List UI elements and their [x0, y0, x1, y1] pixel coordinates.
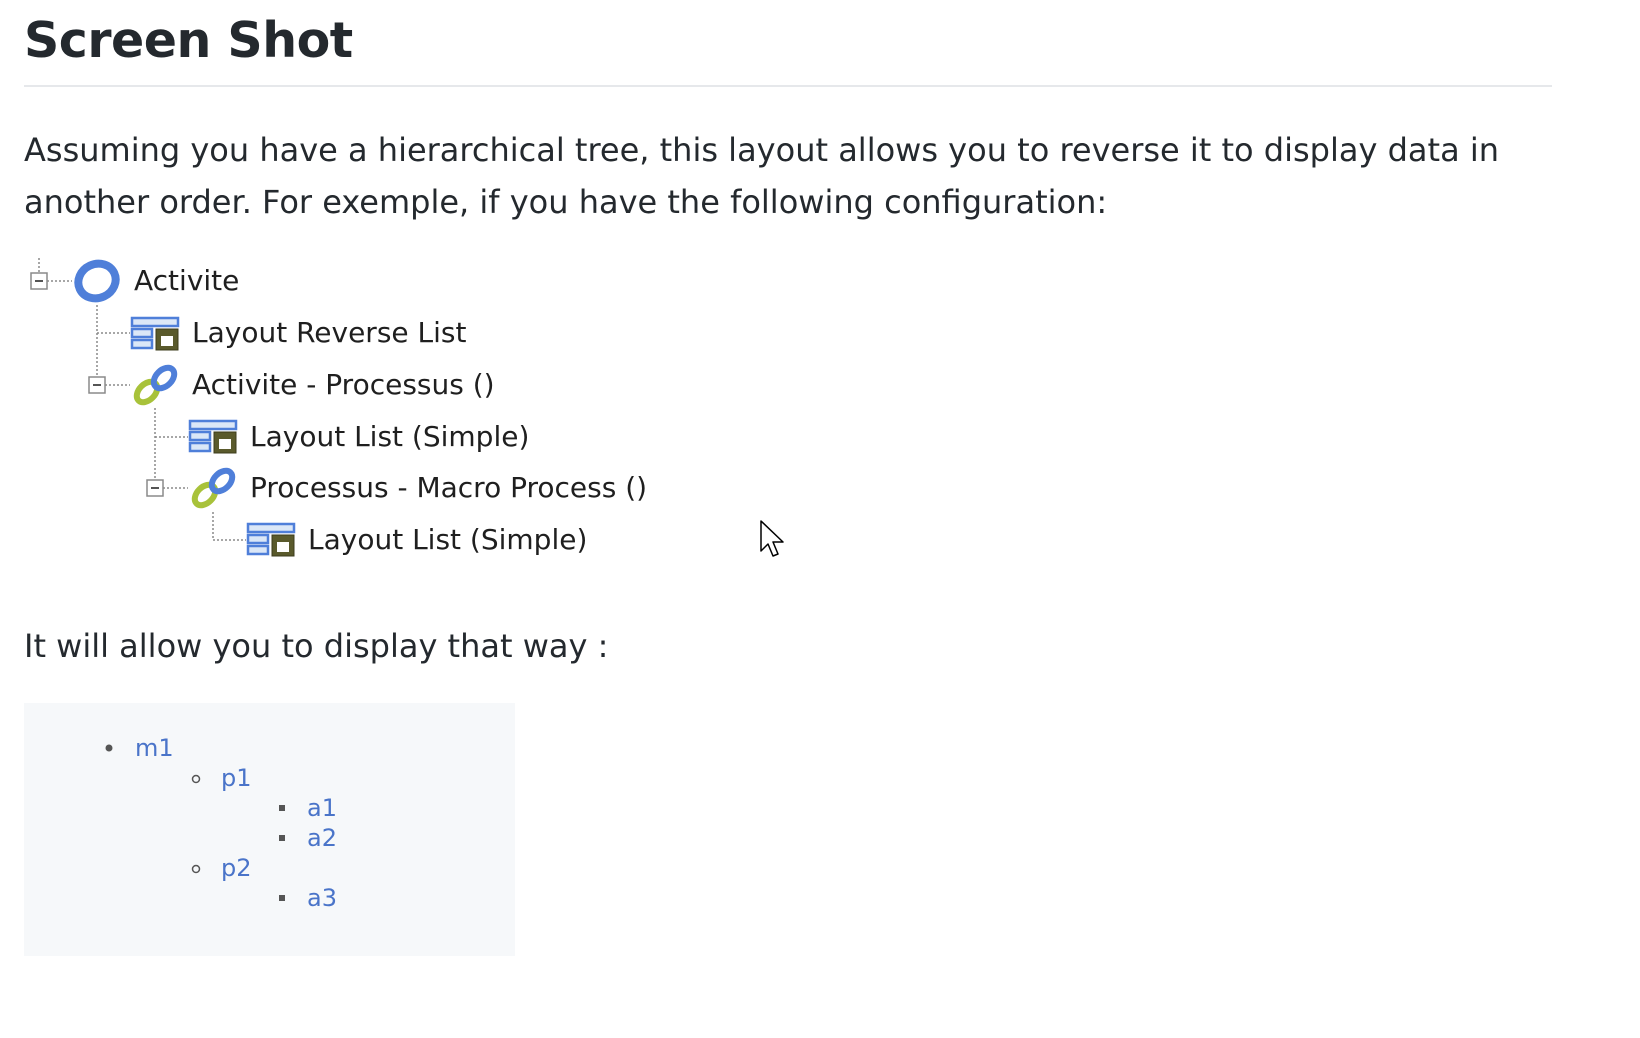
tree-configuration: Activite Layout Reverse List Activite - … — [0, 0, 700, 580]
example-output-box: m1 p1 a1 a2 p2 a3 — [24, 703, 515, 956]
tree-item-activite-processus[interactable]: Activite - Processus () — [192, 367, 495, 403]
disc-bullet-icon — [105, 744, 113, 752]
layout-icon — [188, 419, 238, 454]
square-bullet-icon — [279, 805, 285, 811]
tree-item-layout-list-simple[interactable]: Layout List (Simple) — [250, 419, 529, 455]
example-item-p1[interactable]: p1 — [221, 763, 252, 793]
example-item-p2[interactable]: p2 — [221, 853, 252, 883]
tree-item-layout-reverse-list[interactable]: Layout Reverse List — [192, 315, 466, 351]
outro-paragraph: It will allow you to display that way : — [24, 627, 609, 665]
layout-icon — [246, 522, 296, 557]
circle-bullet-icon — [191, 774, 201, 784]
link-icon — [191, 467, 236, 509]
tree-item-activite[interactable]: Activite — [134, 263, 239, 299]
square-bullet-icon — [279, 895, 285, 901]
example-item-a3[interactable]: a3 — [307, 883, 337, 913]
square-bullet-icon — [279, 835, 285, 841]
circle-bullet-icon — [191, 864, 201, 874]
tree-item-processus-macro[interactable]: Processus - Macro Process () — [250, 470, 647, 506]
example-item-a1[interactable]: a1 — [307, 793, 337, 823]
example-item-a2[interactable]: a2 — [307, 823, 337, 853]
example-item-m1[interactable]: m1 — [135, 733, 174, 763]
ring-icon — [74, 259, 120, 303]
tree-item-layout-list-simple-2[interactable]: Layout List (Simple) — [308, 522, 587, 558]
mouse-cursor-icon — [760, 520, 784, 557]
link-icon — [133, 364, 178, 406]
layout-icon — [130, 316, 180, 351]
